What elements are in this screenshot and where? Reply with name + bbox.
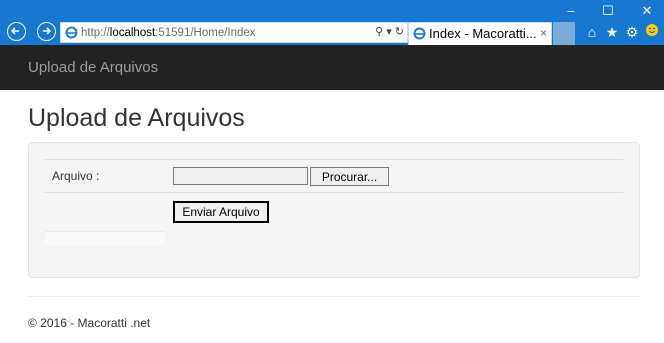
file-label: Arquivo :: [52, 169, 100, 183]
page-title: Upload de Arquivos: [28, 104, 245, 132]
new-tab-button[interactable]: [553, 22, 575, 45]
settings-gear-icon[interactable]: ⚙: [624, 23, 640, 41]
tab-title: Index - Macoratti...: [429, 26, 537, 41]
browser-chrome: – ☐ ✕ http://localhost:51591/Home/Index …: [0, 0, 664, 45]
tab-index[interactable]: Index - Macoratti... ×: [408, 22, 552, 45]
forward-button[interactable]: [37, 22, 56, 41]
tab-close-button[interactable]: ×: [540, 26, 547, 40]
upload-form-panel: [28, 142, 640, 278]
table-row-divider: [45, 192, 623, 193]
home-icon[interactable]: ⌂: [584, 23, 600, 41]
ie-page-icon: [65, 26, 78, 39]
address-bar[interactable]: http://localhost:51591/Home/Index ⚲ ▾ ↻: [60, 22, 408, 43]
table-top-border: [45, 159, 623, 160]
maximize-button[interactable]: ☐: [597, 2, 619, 20]
empty-table-cell: [45, 231, 165, 245]
favorites-star-icon[interactable]: ★: [604, 23, 620, 41]
url-path: :51591/Home/Index: [155, 27, 256, 39]
smiley-icon: [646, 24, 658, 36]
site-navbar: Upload de Arquivos: [0, 45, 664, 90]
back-button[interactable]: [7, 22, 26, 41]
url-host: localhost: [109, 27, 156, 39]
submit-upload-button[interactable]: Enviar Arquivo: [173, 201, 269, 223]
footer-text: © 2016 - Macoratti .net: [28, 316, 151, 330]
url-prefix: http://: [81, 27, 110, 39]
smiley-feedback-icon[interactable]: [644, 23, 660, 41]
ie-tab-icon: [413, 27, 426, 40]
browse-button[interactable]: Procurar...: [310, 167, 389, 186]
back-arrow-icon: [10, 27, 19, 35]
footer-divider: [28, 296, 640, 297]
minimize-button[interactable]: –: [560, 2, 582, 20]
address-tools[interactable]: ⚲ ▾ ↻: [375, 25, 404, 38]
url-text: http://localhost:51591/Home/Index: [81, 26, 256, 40]
navbar-brand-link[interactable]: Upload de Arquivos: [28, 59, 158, 76]
close-window-button[interactable]: ✕: [636, 2, 658, 20]
file-path-input[interactable]: [173, 167, 308, 185]
forward-arrow-icon: [43, 27, 52, 35]
